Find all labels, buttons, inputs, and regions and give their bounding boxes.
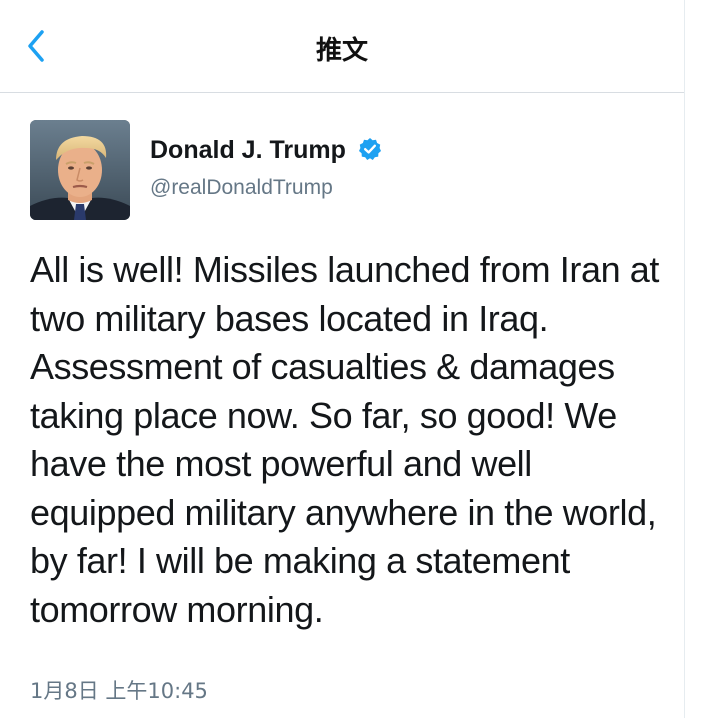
verified-badge-icon [358, 138, 381, 160]
tweet-body-text: All is well! Missiles launched from Iran… [30, 249, 660, 630]
tweet-timestamp[interactable]: 1月8日 上午10:45 [30, 675, 208, 705]
author-name-label: Donald J. Trump [150, 136, 346, 164]
page-title: 推文 [315, 36, 368, 66]
author-name[interactable]: Donald J. Trump [150, 136, 382, 165]
navigation-bar: 推文 [0, 0, 684, 93]
avatar-portrait-image [30, 120, 130, 220]
tweet-detail-screen: 推文 Donald J. Trump @realDonaldTrump All … [0, 0, 685, 718]
author-handle[interactable]: @realDonaldTrump [150, 176, 333, 200]
avatar[interactable] [30, 120, 130, 220]
